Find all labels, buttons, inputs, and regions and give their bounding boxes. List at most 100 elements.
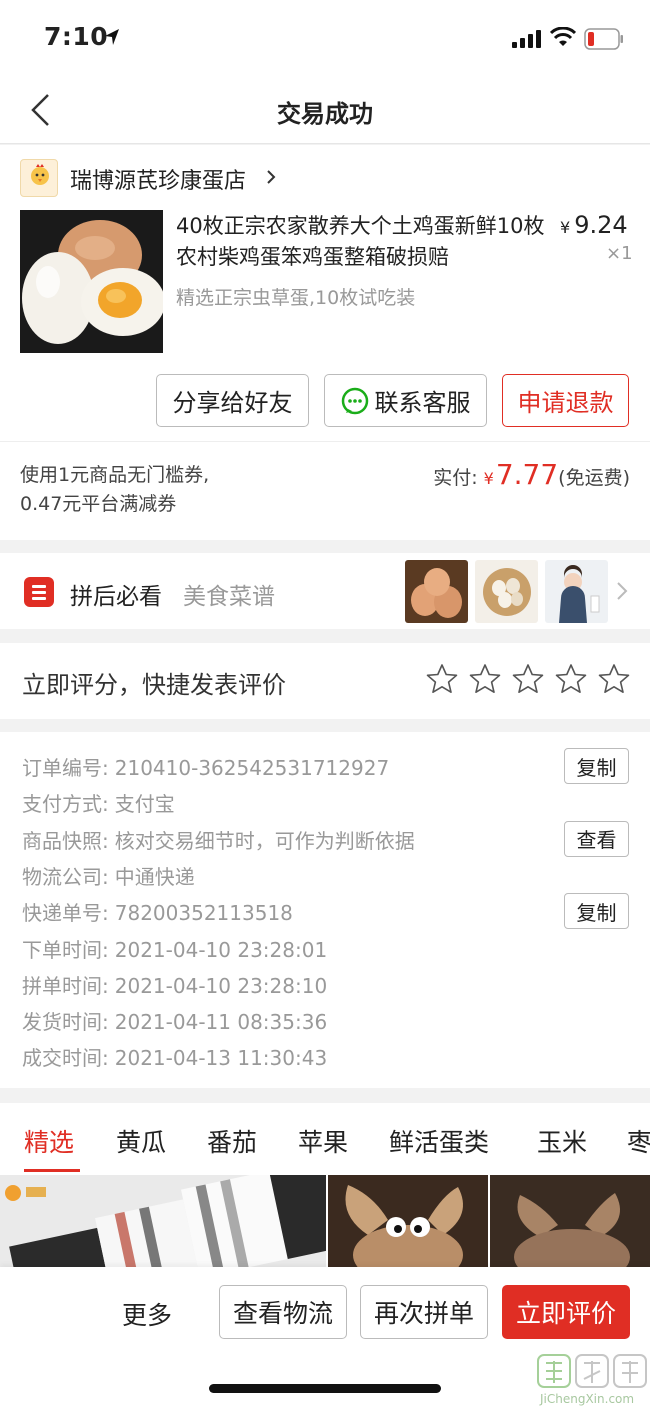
recommended-products — [0, 1175, 650, 1270]
rating-star-icon[interactable] — [598, 663, 630, 695]
rating-prompt: 立即评分，快捷发表评价 — [22, 671, 286, 699]
detail-value: 2021-04-10 23:28:01 — [114, 937, 328, 962]
rating-star-icon[interactable] — [469, 663, 501, 695]
detail-label: 拼单时间: — [22, 973, 109, 998]
detail-label: 下单时间: — [22, 937, 109, 962]
status-bar: 7:10 — [0, 0, 650, 80]
view-snapshot-button[interactable]: 查看 — [564, 820, 629, 857]
product-title[interactable]: 40枚正宗农家散养大个土鸡蛋新鲜10枚农村柴鸡蛋笨鸡蛋整箱破损赔 — [176, 211, 546, 273]
detail-label: 商品快照: — [22, 828, 109, 853]
product-quantity: ×1 — [606, 243, 633, 264]
product-spec: 精选正宗虫草蛋,10枚试吃装 — [176, 287, 416, 309]
detail-label: 快递单号: — [22, 901, 109, 926]
paid-value: 7.77 — [495, 458, 559, 491]
product-card[interactable] — [0, 1175, 326, 1270]
detail-row: 商品快照: 核对交易细节时，可作为判断依据 — [22, 825, 415, 854]
watermark-logo — [537, 1354, 647, 1388]
paid-amount: 实付: ¥7.77(免运费) — [433, 458, 630, 491]
detail-row: 快递单号: 78200352113518 — [22, 897, 293, 926]
detail-row: 成交时间: 2021-04-13 11:30:43 — [22, 1042, 327, 1071]
category-tab[interactable]: 精选 — [24, 1123, 74, 1159]
detail-value: 中通快递 — [114, 864, 195, 889]
wechat-chat-icon — [341, 387, 368, 414]
product-card[interactable] — [490, 1175, 650, 1270]
category-tab[interactable]: 黄瓜 — [116, 1123, 166, 1159]
battery-low-icon — [584, 28, 623, 50]
rate-now-button[interactable]: 立即评价 — [502, 1285, 630, 1339]
detail-value: 2021-04-11 08:35:36 — [114, 1010, 328, 1035]
wifi-icon — [550, 27, 576, 46]
recipe-thumbnail[interactable] — [545, 560, 608, 623]
recipes-banner[interactable]: 拼后必看 美食菜谱 — [0, 553, 650, 629]
category-tab[interactable]: 番茄 — [207, 1123, 257, 1159]
girl-kitchen-image — [545, 560, 608, 623]
boiled-egg-image — [20, 210, 163, 353]
copy-button[interactable]: 复制 — [564, 748, 629, 784]
detail-label: 支付方式: — [22, 792, 109, 817]
share-button[interactable]: 分享给好友 — [156, 374, 309, 427]
shipping-note: (免运费) — [558, 467, 630, 489]
coupon-info: 使用1元商品无门槛券, 0.47元平台满减券 — [20, 461, 209, 519]
chicken-logo-icon — [31, 164, 49, 185]
more-button[interactable]: 更多 — [122, 1296, 172, 1332]
watermark-text: JiChengXin.com — [540, 1392, 635, 1406]
list-icon — [24, 577, 54, 607]
home-indicator[interactable] — [209, 1384, 441, 1393]
product-price: ¥9.24 — [560, 211, 628, 239]
rating-star-icon[interactable] — [426, 663, 458, 695]
category-tab[interactable]: 苹果 — [298, 1123, 348, 1159]
cellular-signal-icon — [512, 30, 541, 48]
category-tab[interactable]: 玉米 — [537, 1123, 587, 1159]
recipe-thumbnail[interactable] — [475, 560, 538, 623]
currency-symbol: ¥ — [560, 218, 571, 237]
chevron-right-icon[interactable] — [616, 581, 628, 601]
plush-toy-image — [490, 1175, 650, 1270]
detail-row: 拼单时间: 2021-04-10 23:28:10 — [22, 970, 327, 999]
status-time: 7:10 — [44, 22, 109, 51]
detail-value: 核对交易细节时，可作为判断依据 — [114, 828, 415, 853]
divider — [0, 441, 650, 442]
category-tab[interactable]: 鲜活蛋类 — [389, 1123, 489, 1159]
detail-value: 2021-04-13 11:30:43 — [114, 1046, 328, 1071]
towels-image — [0, 1175, 326, 1270]
recipes-title: 拼后必看 — [70, 584, 162, 610]
recipes-subtitle: 美食菜谱 — [183, 584, 275, 610]
order-details: 订单编号: 210410-362542531712927 复制 支付方式: 支付宝 商品快… — [0, 732, 650, 1088]
egg-basket-image — [475, 560, 538, 623]
refund-button[interactable]: 申请退款 — [502, 374, 629, 427]
detail-row: 物流公司: 中通快递 — [22, 861, 195, 890]
detail-row: 支付方式: 支付宝 — [22, 788, 175, 817]
shop-logo[interactable] — [20, 159, 58, 197]
chevron-right-icon[interactable] — [266, 169, 276, 185]
plush-toy-image — [328, 1175, 488, 1270]
brown-eggs-image — [405, 560, 468, 623]
detail-row: 下单时间: 2021-04-10 23:28:01 — [22, 934, 327, 963]
detail-value: 78200352113518 — [114, 901, 293, 926]
shop-name[interactable]: 瑞博源芪珍康蛋店 — [70, 163, 246, 195]
detail-value: 2021-04-10 23:28:10 — [114, 973, 328, 998]
detail-label: 订单编号: — [22, 756, 109, 780]
detail-row: 订单编号: 210410-362542531712927 — [22, 752, 389, 781]
detail-label: 成交时间: — [22, 1046, 109, 1071]
bottom-action-bar: 更多 查看物流 再次拼单 立即评价 JiChengXin.com — [0, 1267, 650, 1406]
coupon-line-1: 使用1元商品无门槛券, — [20, 464, 210, 486]
contact-service-button[interactable]: 联系客服 — [324, 374, 487, 427]
regroup-order-button[interactable]: 再次拼单 — [360, 1285, 488, 1339]
product-image[interactable] — [20, 210, 163, 353]
rating-star-icon[interactable] — [555, 663, 587, 695]
paid-label: 实付: — [433, 467, 478, 489]
copy-button[interactable]: 复制 — [564, 893, 629, 930]
product-card[interactable] — [328, 1175, 488, 1270]
detail-value: 支付宝 — [114, 792, 175, 817]
category-tab[interactable]: 枣 — [627, 1123, 650, 1159]
active-tab-indicator — [24, 1169, 80, 1172]
coupon-line-2: 0.47元平台满减券 — [20, 493, 177, 515]
paid-currency: ¥ — [483, 469, 494, 488]
view-logistics-button[interactable]: 查看物流 — [219, 1285, 347, 1339]
detail-label: 发货时间: — [22, 1010, 109, 1035]
order-card: 瑞博源芪珍康蛋店 40枚正宗农家散养大个土鸡蛋新鲜10枚农村柴鸡蛋笨鸡蛋整箱破损… — [0, 145, 650, 540]
detail-row: 发货时间: 2021-04-11 08:35:36 — [22, 1006, 327, 1035]
rating-star-icon[interactable] — [512, 663, 544, 695]
price-value: 9.24 — [574, 211, 628, 239]
recipe-thumbnail[interactable] — [405, 560, 468, 623]
